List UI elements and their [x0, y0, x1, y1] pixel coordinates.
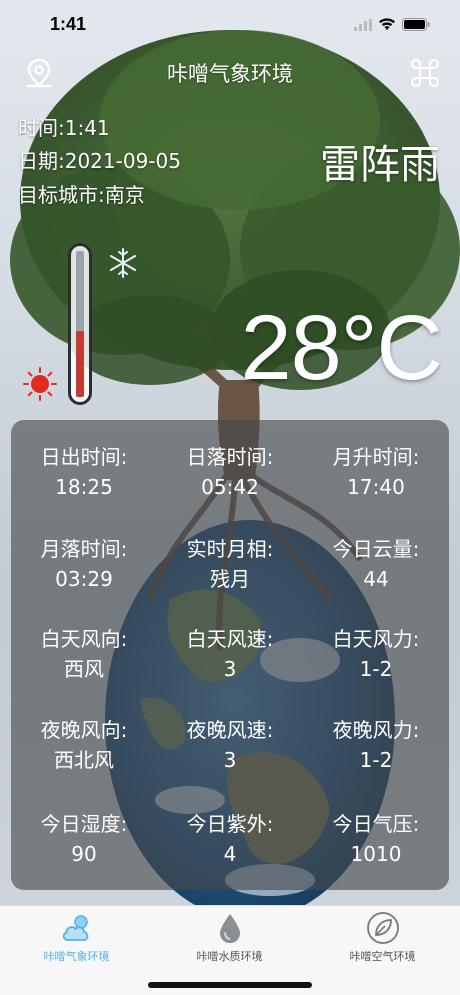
detail-value: 3: [223, 748, 237, 772]
temperature: 28°C: [240, 297, 443, 399]
detail-label: 实时月相:: [186, 537, 274, 561]
detail-label: 白天风速:: [186, 627, 274, 651]
detail-cell: 今日紫外: 4: [157, 809, 303, 869]
detail-cell: 夜晚风向: 西北风: [11, 715, 157, 775]
detail-cell: 日落时间: 05:42: [157, 442, 303, 502]
detail-value: 1-2: [359, 657, 393, 681]
current-date: 日期:2021-09-05: [18, 149, 181, 173]
detail-value: 3: [223, 657, 237, 681]
water-drop-icon: [212, 910, 248, 946]
target-city: 目标城市:南京: [18, 183, 145, 207]
sun-icon: [22, 366, 58, 402]
detail-label: 日出时间:: [40, 445, 128, 469]
detail-value: 18:25: [55, 475, 113, 499]
detail-value: 05:42: [201, 475, 259, 499]
home-indicator: [148, 982, 312, 988]
snowflake-icon: [106, 246, 140, 280]
detail-cell: 夜晚风力: 1-2: [303, 715, 449, 775]
tab-weather-label: 咔噌气象环境: [43, 950, 110, 963]
detail-value: 残月: [210, 567, 250, 591]
leaf-icon: [365, 910, 401, 946]
detail-value: 西风: [64, 657, 104, 681]
detail-cell: 日出时间: 18:25: [11, 442, 157, 502]
nav-bar: 咔噌气象环境: [0, 52, 460, 96]
detail-label: 夜晚风向:: [40, 718, 128, 742]
detail-value: 4: [223, 842, 237, 866]
detail-cell: 今日气压: 1010: [303, 809, 449, 869]
detail-label: 夜晚风力:: [332, 718, 420, 742]
tab-water[interactable]: 咔噌水质环境: [153, 910, 306, 970]
detail-value: 1-2: [359, 748, 393, 772]
wifi-icon: [378, 16, 396, 35]
detail-cell: 月升时间: 17:40: [303, 442, 449, 502]
detail-cell: 白天风向: 西风: [11, 624, 157, 684]
weather-condition: 雷阵雨: [320, 142, 440, 188]
detail-label: 白天风向:: [40, 627, 128, 651]
detail-cell: 实时月相: 残月: [157, 534, 303, 594]
signal-icon: [354, 16, 372, 35]
tab-water-label: 咔噌水质环境: [196, 950, 263, 963]
detail-cell: 月落时间: 03:29: [11, 534, 157, 594]
detail-label: 今日湿度:: [40, 812, 128, 836]
detail-value: 90: [71, 842, 97, 866]
detail-cell: 夜晚风速: 3: [157, 715, 303, 775]
tab-air-label: 咔噌空气环境: [349, 950, 416, 963]
detail-label: 今日气压:: [332, 812, 420, 836]
current-time: 时间:1:41: [18, 116, 110, 140]
command-icon[interactable]: [408, 56, 442, 90]
battery-icon: [402, 16, 430, 35]
detail-value: 西北风: [54, 748, 114, 772]
detail-value: 1010: [350, 842, 402, 866]
nav-title: 咔噌气象环境: [167, 62, 293, 86]
thermometer: [68, 243, 92, 405]
status-icons: [354, 16, 430, 35]
detail-value: 03:29: [55, 567, 113, 591]
tab-weather[interactable]: 咔噌气象环境: [0, 910, 153, 970]
detail-label: 月落时间:: [40, 537, 128, 561]
detail-value: 44: [363, 567, 389, 591]
tab-air[interactable]: 咔噌空气环境: [306, 910, 459, 970]
cloud-sun-icon: [59, 910, 95, 946]
detail-cell: 白天风力: 1-2: [303, 624, 449, 684]
detail-label: 月升时间:: [332, 445, 420, 469]
detail-label: 今日云量:: [332, 537, 420, 561]
detail-cell: 今日云量: 44: [303, 534, 449, 594]
detail-value: 17:40: [347, 475, 405, 499]
status-bar: 1:41: [0, 0, 460, 48]
detail-cell: 白天风速: 3: [157, 624, 303, 684]
detail-label: 今日紫外:: [186, 812, 274, 836]
detail-label: 夜晚风速:: [186, 718, 274, 742]
status-time: 1:41: [50, 14, 87, 34]
detail-label: 白天风力:: [332, 627, 420, 651]
detail-cell: 今日湿度: 90: [11, 809, 157, 869]
details-panel: 日出时间: 18:25 日落时间: 05:42 月升时间: 17:40 月落时间: 03:29…: [11, 420, 449, 890]
detail-label: 日落时间:: [186, 445, 274, 469]
thermometer-fill: [76, 331, 84, 397]
